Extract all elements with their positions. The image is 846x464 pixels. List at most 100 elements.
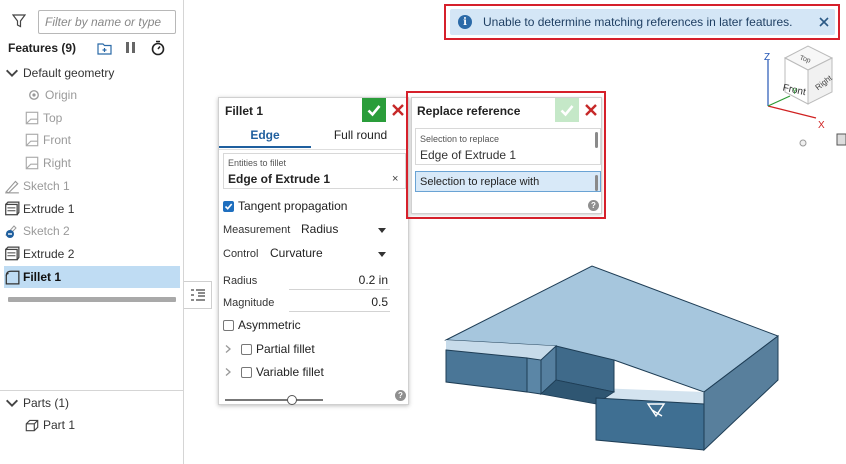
- replace-reference-dialog: Replace reference Selection to replace E…: [411, 97, 602, 214]
- accept-button[interactable]: [362, 98, 386, 122]
- chevron-down-icon[interactable]: [378, 228, 386, 233]
- tree-label: Parts (1): [23, 396, 70, 410]
- tree-item-right[interactable]: Right: [24, 152, 180, 174]
- part-top-face[interactable]: [444, 265, 780, 393]
- view-cube[interactable]: Top Front Right: [782, 45, 835, 105]
- filter-row: [8, 8, 180, 36]
- magnitude-label: Magnitude: [223, 297, 275, 309]
- tree-group-default-geometry[interactable]: Default geometry: [4, 62, 180, 84]
- filter-icon[interactable]: [12, 14, 26, 28]
- part-front-face-left[interactable]: [445, 349, 528, 393]
- close-icon[interactable]: [818, 16, 830, 28]
- selection-to-replace-label: Selection to replace: [420, 134, 500, 144]
- chevron-down-icon[interactable]: [378, 252, 386, 257]
- part-front-face-right[interactable]: [595, 397, 705, 451]
- feature-list-panel: Features (9) Default geometry Origin Top: [0, 0, 184, 464]
- features-title: Features (9): [8, 41, 77, 55]
- control-select[interactable]: Curvature: [270, 246, 323, 260]
- preview-slider[interactable]: [225, 395, 323, 405]
- asymmetric-checkbox[interactable]: [223, 319, 234, 331]
- plane-icon: [25, 133, 39, 147]
- cancel-close-icon[interactable]: [584, 103, 598, 117]
- filter-input[interactable]: [38, 10, 176, 34]
- variable-fillet-row[interactable]: Variable fillet: [223, 365, 324, 379]
- slot-side-face: [540, 344, 557, 396]
- help-icon[interactable]: ?: [395, 390, 406, 401]
- entities-to-fillet-field[interactable]: Entities to fillet Edge of Extrude 1 ×: [223, 153, 406, 189]
- rollback-bar[interactable]: [8, 297, 176, 302]
- tree-label: Front: [43, 133, 72, 147]
- chevron-down-icon[interactable]: [4, 65, 20, 81]
- info-icon: i: [458, 15, 472, 29]
- magnitude-value: 0.5: [371, 295, 388, 309]
- y-axis: [767, 95, 791, 107]
- view-cube-home-dot[interactable]: [799, 139, 807, 147]
- entities-label: Entities to fillet: [228, 158, 287, 168]
- selection-to-replace-with-field[interactable]: Selection to replace with: [415, 171, 601, 192]
- view-cube-right-label: Right: [814, 73, 835, 92]
- tree-label: Top: [43, 111, 63, 125]
- selection-to-replace-value: Edge of Extrude 1: [420, 148, 517, 162]
- part-side-face-slot[interactable]: [526, 357, 542, 395]
- view-mode-icon[interactable]: [836, 133, 846, 146]
- variable-fillet-checkbox[interactable]: [241, 366, 252, 378]
- radius-input[interactable]: 0.2 in: [289, 271, 390, 290]
- slider-track: [225, 399, 323, 401]
- view-cube-front-label: Front: [782, 83, 807, 99]
- help-icon[interactable]: ?: [588, 200, 599, 211]
- tree-item-sketch-1[interactable]: Sketch 1: [4, 175, 180, 197]
- asymmetric-label: Asymmetric: [238, 318, 301, 332]
- list-toggle-button[interactable]: [184, 281, 212, 309]
- slider-thumb[interactable]: [287, 395, 297, 405]
- selection-to-replace-field[interactable]: Selection to replace Edge of Extrude 1: [415, 128, 601, 165]
- tree-label: Right: [43, 156, 72, 170]
- replace-dialog-title: Replace reference: [417, 104, 521, 118]
- partial-fillet-checkbox[interactable]: [241, 343, 252, 355]
- pause-icon[interactable]: [124, 40, 138, 56]
- add-folder-icon[interactable]: [96, 40, 114, 56]
- measurement-select[interactable]: Radius: [301, 222, 338, 236]
- fillet-dialog-title: Fillet 1: [225, 104, 264, 118]
- tree-label: Extrude 2: [23, 247, 75, 261]
- entities-value: Edge of Extrude 1: [228, 172, 331, 186]
- tree-group-parts[interactable]: Parts (1): [4, 392, 180, 414]
- features-header: Features (9): [8, 40, 180, 58]
- tree-label: Sketch 1: [23, 179, 70, 193]
- tree-item-fillet-1[interactable]: Fillet 1: [4, 266, 180, 288]
- clear-selection-icon[interactable]: ×: [392, 173, 398, 185]
- chevron-right-icon[interactable]: [223, 367, 233, 377]
- tab-full-round[interactable]: Full round: [311, 128, 410, 148]
- chevron-down-icon[interactable]: [4, 395, 20, 411]
- accept-button[interactable]: [555, 98, 579, 122]
- tree-item-sketch-2[interactable]: Sketch 2: [4, 220, 180, 242]
- tree-item-front[interactable]: Front: [24, 129, 180, 151]
- fillet-edge-front: [596, 388, 704, 404]
- chevron-right-icon[interactable]: [223, 344, 233, 354]
- tangent-propagation-row[interactable]: Tangent propagation: [223, 199, 347, 213]
- magnitude-input[interactable]: 0.5: [289, 293, 390, 312]
- scrollbar[interactable]: [595, 132, 598, 148]
- partial-fillet-row[interactable]: Partial fillet: [223, 342, 315, 356]
- tree-item-top[interactable]: Top: [24, 107, 180, 129]
- asymmetric-row[interactable]: Asymmetric: [223, 318, 301, 332]
- part-right-face[interactable]: [703, 334, 779, 452]
- tree-item-extrude-2[interactable]: Extrude 2: [4, 243, 180, 265]
- tree-item-part-1[interactable]: Part 1: [24, 414, 180, 436]
- tree-label: Fillet 1: [23, 270, 62, 284]
- tangent-propagation-checkbox[interactable]: [223, 200, 234, 212]
- cancel-close-icon[interactable]: [391, 103, 405, 117]
- slot-floor: [540, 379, 616, 405]
- tree-item-extrude-1[interactable]: Extrude 1: [4, 198, 180, 220]
- stopwatch-icon[interactable]: [150, 40, 166, 56]
- measurement-label: Measurement: [223, 224, 291, 236]
- origin-icon: [29, 90, 39, 100]
- tree-label: Default geometry: [23, 66, 115, 80]
- tab-edge[interactable]: Edge: [219, 128, 311, 148]
- scrollbar[interactable]: [595, 175, 598, 191]
- sketch-icon: [5, 180, 19, 194]
- radius-value: 0.2 in: [358, 273, 388, 287]
- checkmark-icon: [367, 105, 381, 117]
- plane-icon: [25, 111, 39, 125]
- tree-item-origin[interactable]: Origin: [26, 84, 180, 106]
- plane-icon: [25, 156, 39, 170]
